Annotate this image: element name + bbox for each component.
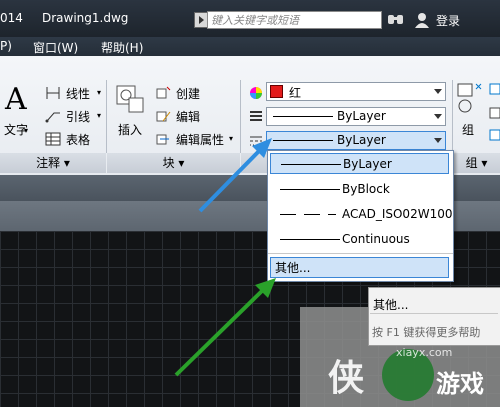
- annotation-arrows: [174, 138, 276, 377]
- blue-arrow: [198, 138, 272, 213]
- green-arrow: [174, 278, 276, 377]
